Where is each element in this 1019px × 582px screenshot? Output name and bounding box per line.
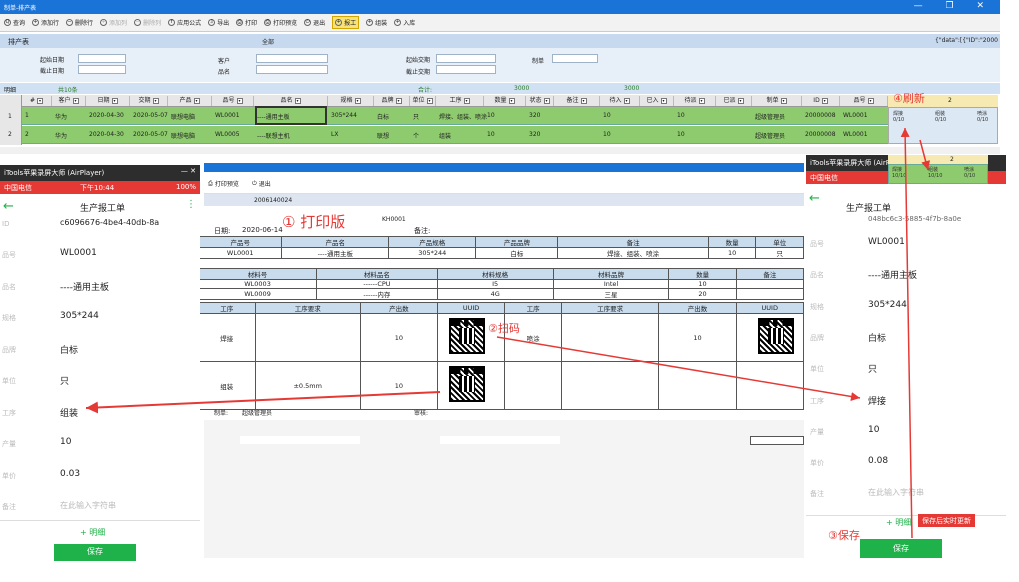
annotation-arrows bbox=[85, 127, 931, 539]
arrow-save-to-grid bbox=[900, 127, 913, 539]
arrow-scan-to-right-phone bbox=[496, 336, 861, 401]
arrow-refresh bbox=[919, 139, 931, 171]
arrow-scan-to-left-phone bbox=[85, 391, 441, 414]
